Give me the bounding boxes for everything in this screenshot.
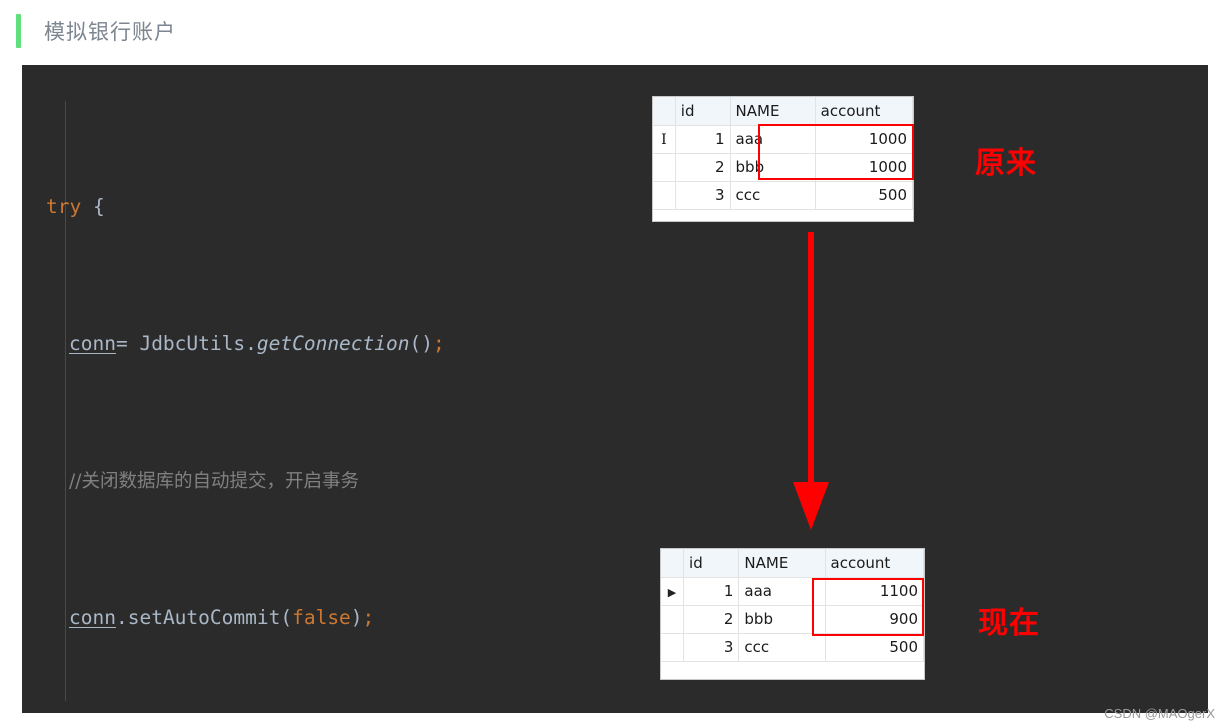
comment-line: //关闭数据库的自动提交，开启事务 — [69, 471, 359, 493]
cell-name[interactable]: bbb — [738, 605, 826, 634]
column-header-name[interactable]: NAME — [730, 97, 816, 126]
row-gutter-marker[interactable] — [653, 153, 676, 182]
accent-bar — [16, 14, 21, 48]
table-header-row: id NAME account — [661, 549, 925, 578]
var-conn: conn — [69, 332, 116, 356]
cell-name[interactable]: ccc — [738, 633, 826, 662]
row-gutter-marker[interactable]: ▶ — [661, 577, 685, 606]
table-row[interactable]: 2 bbb 1000 — [653, 153, 914, 182]
table-body: ▶ 1 aaa 1100 2 bbb 900 3 ccc 500 — [661, 577, 925, 662]
current-row-arrow-icon: ▶ — [667, 586, 677, 599]
column-header-id[interactable]: id — [683, 549, 740, 578]
cell-account[interactable]: 1000 — [815, 125, 914, 154]
table-row[interactable]: 3 ccc 500 — [661, 633, 925, 662]
watermark: CSDN @MAOgerX — [1104, 706, 1215, 721]
page-title: 模拟银行账户 — [44, 20, 176, 44]
gutter-header — [653, 97, 676, 126]
data-table-original[interactable]: id NAME account I 1 aaa 1000 2 bbb 1000 — [652, 96, 914, 222]
var-conn: conn — [69, 606, 116, 630]
cell-id[interactable]: 1 — [675, 125, 731, 154]
table-body: I 1 aaa 1000 2 bbb 1000 3 ccc 500 — [653, 125, 914, 210]
table-row[interactable]: ▶ 1 aaa 1100 — [661, 577, 925, 606]
gutter-header — [661, 549, 685, 578]
cell-name[interactable]: aaa — [730, 125, 816, 154]
row-gutter-marker[interactable] — [661, 633, 685, 662]
semicolon: ; — [362, 606, 375, 630]
keyword-try: try — [46, 194, 82, 218]
cell-name[interactable]: bbb — [730, 153, 816, 182]
cell-account[interactable]: 1100 — [825, 577, 925, 606]
semicolon: ; — [432, 332, 445, 356]
annotation-current: 现在 — [978, 606, 1040, 641]
column-header-account[interactable]: account — [825, 549, 925, 578]
table-row[interactable]: 2 bbb 900 — [661, 605, 925, 634]
brace: { — [92, 194, 105, 218]
cell-name[interactable]: ccc — [730, 181, 816, 210]
class-jdbcutils: JdbcUtils — [139, 332, 246, 356]
method-getconnection: getConnection — [256, 332, 410, 356]
cell-id[interactable]: 2 — [683, 605, 740, 634]
cell-id[interactable]: 3 — [683, 633, 740, 662]
cell-name[interactable]: aaa — [738, 577, 826, 606]
cell-id[interactable]: 1 — [683, 577, 740, 606]
cell-account[interactable]: 500 — [815, 181, 914, 210]
row-gutter-marker[interactable] — [661, 605, 685, 634]
row-gutter-marker[interactable]: I — [653, 125, 676, 154]
cell-id[interactable]: 3 — [675, 181, 731, 210]
page-header: 模拟银行账户 — [0, 0, 1223, 62]
cell-account[interactable]: 1000 — [815, 153, 914, 182]
cell-account[interactable]: 900 — [825, 605, 925, 634]
data-table-current[interactable]: id NAME account ▶ 1 aaa 1100 2 bbb 900 3… — [660, 548, 925, 680]
method-setautocommit: setAutoCommit — [127, 606, 281, 630]
column-header-account[interactable]: account — [815, 97, 914, 126]
down-arrow — [780, 230, 844, 530]
table-original: id NAME account I 1 aaa 1000 2 bbb 1000 — [653, 97, 914, 210]
row-gutter-marker[interactable] — [653, 181, 676, 210]
cell-id[interactable]: 2 — [675, 153, 731, 182]
keyword-false: false — [292, 606, 351, 630]
table-header-row: id NAME account — [653, 97, 914, 126]
table-row[interactable]: I 1 aaa 1000 — [653, 125, 914, 154]
cell-account[interactable]: 500 — [825, 633, 925, 662]
text-cursor-icon: I — [661, 132, 667, 148]
column-header-id[interactable]: id — [675, 97, 731, 126]
annotation-original: 原来 — [975, 146, 1037, 181]
table-row[interactable]: 3 ccc 500 — [653, 181, 914, 210]
table-current: id NAME account ▶ 1 aaa 1100 2 bbb 900 3… — [661, 549, 925, 662]
column-header-name[interactable]: NAME — [738, 549, 826, 578]
screenshot-root: 模拟银行账户 try { conn= JdbcUtils.getConnecti… — [0, 0, 1223, 725]
down-arrow-icon — [793, 232, 829, 530]
